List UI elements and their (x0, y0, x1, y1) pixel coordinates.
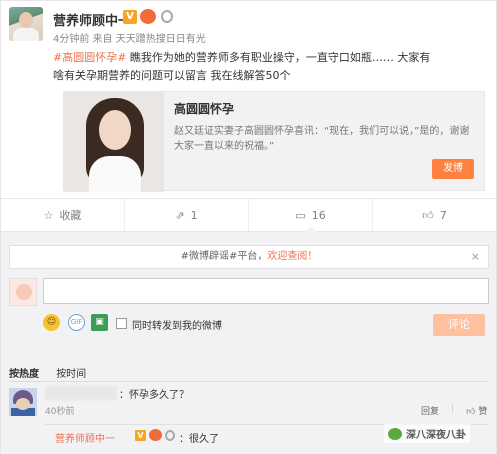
commenter-name-blurred (45, 386, 117, 400)
thumbs-up-icon: 👍︎ (422, 208, 434, 222)
comment-count: 16 (311, 208, 326, 222)
sort-by-hot[interactable]: 按热度 (9, 369, 39, 380)
notice-link[interactable]: #微博辟谣#平台， (181, 251, 268, 262)
my-avatar (9, 278, 37, 306)
repost-count: 1 (190, 208, 198, 222)
also-repost-checkbox[interactable] (116, 318, 127, 329)
comment-time: 40秒前 (45, 407, 75, 417)
divider (9, 381, 489, 382)
image-icon[interactable]: ▣ (91, 314, 108, 331)
post-action-bar: ☆ 收藏 ⇗ 1 ▭ 16 👍︎ 7 (0, 198, 497, 232)
comment-like-label: 赞 (478, 407, 488, 417)
favorite-button[interactable]: ☆ 收藏 (1, 199, 125, 231)
post-text-line2: 啥有关孕期营养的问题可以留言 我在线解答50个 (53, 69, 291, 82)
card-image (64, 92, 164, 192)
comment-icon: ▭ (295, 208, 306, 222)
card-title[interactable]: 高圆圆怀孕 (174, 100, 234, 117)
thumbs-up-icon: 👍︎ (466, 407, 476, 417)
level-badge-icon[interactable] (165, 430, 175, 441)
also-repost-label[interactable]: 同时转发到我的微博 (132, 317, 222, 332)
post-to-weibo-button[interactable]: 发博 (432, 159, 474, 179)
wechat-icon (388, 427, 402, 440)
member-badge-icon[interactable] (140, 9, 156, 24)
comment-section: #微博辟谣#平台，欢迎查阅！ × ☺ GIF ▣ 同时转发到我的微博 评论 按热… (0, 232, 497, 454)
favorite-label: 收藏 (59, 209, 82, 222)
like-button[interactable]: 👍︎ 7 (373, 199, 496, 231)
topic-card[interactable]: 高圆圆怀孕 赵又廷证实妻子高圆圆怀孕喜讯：“现在，我们可以说，”是的，谢谢大家一… (63, 91, 485, 192)
comment-like-button[interactable]: 👍︎ 赞 (466, 404, 487, 417)
close-icon[interactable]: × (471, 250, 480, 264)
reply-author[interactable]: 营养师顾中一 (55, 430, 115, 445)
topic-link[interactable]: #高圆圆怀孕# (53, 51, 126, 64)
emoji-icon[interactable]: ☺ (43, 314, 60, 331)
level-badge-icon[interactable] (161, 10, 173, 23)
reply-button[interactable]: 回复 (421, 404, 439, 417)
author-name[interactable]: 营养师顾中一 (53, 10, 131, 29)
verified-badge-icon[interactable]: V (135, 430, 146, 441)
weibo-post: 营养师顾中一 V 4分钟前 来自 天天蹭热搜日日有光 #高圆圆怀孕# 瞧我作为她… (0, 0, 497, 198)
comment-button[interactable]: ▭ 16 (249, 199, 373, 232)
like-count: 7 (439, 208, 447, 222)
star-icon: ☆ (43, 208, 54, 222)
notice-highlight[interactable]: 欢迎查阅！ (267, 251, 317, 262)
sort-by-time[interactable]: 按时间 (56, 369, 86, 380)
watermark-text: 深八深夜八卦 (406, 430, 466, 441)
commenter-avatar[interactable] (9, 388, 37, 416)
post-meta: 4分钟前 来自 天天蹭热搜日日有光 (53, 34, 206, 45)
comment-sort: 按热度 按时间 (9, 365, 100, 380)
verified-badge-icon[interactable]: V (123, 10, 137, 24)
comment-actions: 回复 | 👍︎ 赞 (421, 404, 487, 417)
post-text-line1: 瞧我作为她的营养师多有职业操守，一直守口如瓶…… 大家有 (126, 51, 431, 64)
separator: | (451, 404, 455, 414)
card-description: 赵又廷证实妻子高圆圆怀孕喜讯：“现在，我们可以说，”是的，谢谢大家一直以来的祝福… (174, 126, 470, 152)
author-avatar[interactable] (9, 7, 43, 41)
reply-text: ：很久了 (179, 434, 219, 445)
member-badge-icon[interactable] (149, 429, 162, 441)
rumor-notice: #微博辟谣#平台，欢迎查阅！ × (9, 245, 489, 269)
post-text: #高圆圆怀孕# 瞧我作为她的营养师多有职业操守，一直守口如瓶…… 大家有 啥有关… (53, 49, 493, 85)
submit-comment-button[interactable]: 评论 (433, 314, 485, 336)
comment-input[interactable] (43, 278, 489, 304)
watermark: 深八深夜八卦 (384, 424, 470, 443)
repost-icon: ⇗ (175, 208, 185, 222)
comment-text: ：怀孕多久了？ (119, 390, 189, 401)
gif-icon[interactable]: GIF (68, 314, 85, 331)
repost-button[interactable]: ⇗ 1 (125, 199, 249, 231)
